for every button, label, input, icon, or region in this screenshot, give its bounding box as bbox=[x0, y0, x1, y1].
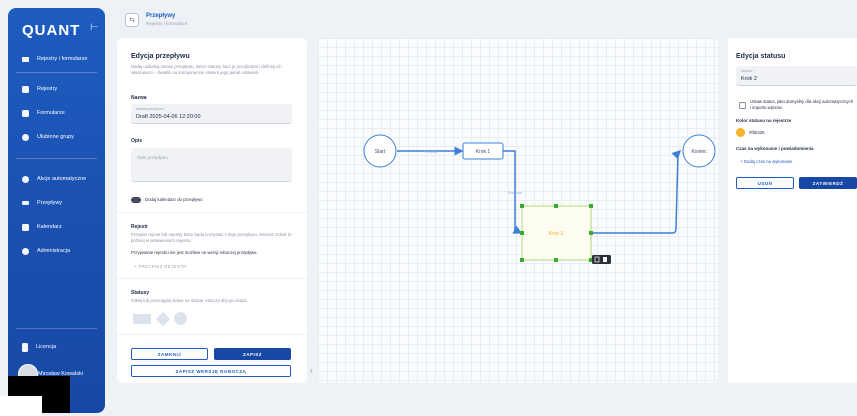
node-step2-label: Krok 2 bbox=[549, 231, 564, 237]
sidebar-item-ulubione-grupy[interactable]: Ulubione grupy bbox=[8, 128, 105, 146]
sidebar-item-label: Przepływy bbox=[37, 200, 63, 206]
registry-description: Przypisz rejestr lub rejestry które będą… bbox=[131, 232, 292, 243]
person-icon bbox=[22, 342, 28, 352]
sidebar-item-rejestry[interactable]: Rejestry bbox=[8, 80, 105, 98]
field-label: Nazwa przepływu * bbox=[136, 107, 166, 111]
sidebar-item-label: Administracja bbox=[37, 248, 71, 254]
divider bbox=[117, 212, 307, 213]
divider bbox=[16, 72, 97, 73]
flow-diagram: Start Krok 1 Krok 2 Koniec Przejście Prz… bbox=[363, 134, 716, 264]
sidebar-item-kalendarz[interactable]: Kalendarz bbox=[8, 218, 105, 236]
panel-title: Edycja przepływu bbox=[131, 53, 190, 60]
panel-description: Nadaj unikalną nazwę przepływu, twórz st… bbox=[131, 64, 282, 75]
sidebar-item-label: Formularze bbox=[37, 110, 65, 116]
sidebar-item-administracja[interactable]: Administracja bbox=[8, 242, 105, 260]
calendar-icon bbox=[22, 223, 29, 231]
field-placeholder: Opis przepływu bbox=[137, 155, 168, 160]
sidebar-item-akcje-automatyczne[interactable]: Akcje automatyczne bbox=[8, 170, 105, 188]
registry-section-label: Rejestr bbox=[131, 224, 148, 230]
flow-icon bbox=[22, 201, 29, 205]
breadcrumb[interactable]: Rejestry i formularze bbox=[146, 21, 187, 26]
color-section-label: Kolor statusu na rejestrze bbox=[736, 118, 792, 123]
divider bbox=[117, 278, 307, 279]
flow-name-field[interactable]: Nazwa przepływu * Draft 2025-04-06 12:20… bbox=[131, 104, 292, 124]
sidebar-item-label: Rejestry bbox=[37, 86, 58, 92]
status-shape-rectangle[interactable] bbox=[133, 314, 151, 324]
close-button[interactable]: ZAMKNIJ bbox=[131, 348, 208, 360]
edge-step2-end bbox=[591, 149, 682, 234]
gear-icon bbox=[22, 247, 29, 255]
statuses-section-label: Statusy bbox=[131, 290, 150, 296]
sidebar-item-przeplywy[interactable]: Przepływy bbox=[8, 194, 105, 212]
flow-description-field[interactable]: Opis przepływu bbox=[131, 148, 292, 182]
flow-edit-panel: Edycja przepływu Nadaj unikalną nazwę pr… bbox=[117, 38, 307, 383]
page-title: Przepływy bbox=[146, 13, 176, 19]
desc-section-label: Opis bbox=[131, 138, 143, 144]
robot-icon bbox=[22, 175, 29, 183]
field-value: Draft 2025-04-06 12:20:00 bbox=[136, 114, 201, 120]
status-color-swatch[interactable] bbox=[736, 128, 745, 137]
trash-icon bbox=[603, 257, 607, 262]
node-start-label: Start bbox=[375, 149, 386, 155]
node-end-label: Koniec bbox=[691, 149, 707, 155]
sidebar-item-label: Ulubione grupy bbox=[37, 134, 74, 140]
sidebar-item-rejestry-i-formularze[interactable]: Rejestry i formularze bbox=[8, 50, 105, 68]
sidebar-item-label: Rejestry i formularze bbox=[37, 56, 88, 62]
flow-icon: ⇆ bbox=[125, 13, 139, 27]
field-label: Nazwa * bbox=[741, 69, 755, 73]
toggle-label: Dodaj kalendarz do przepływu bbox=[145, 197, 203, 202]
status-panel-title: Edycja statusu bbox=[736, 53, 786, 60]
delete-status-button[interactable]: USUŃ bbox=[736, 177, 794, 189]
calendar-toggle[interactable] bbox=[131, 197, 141, 203]
status-shape-diamond[interactable] bbox=[155, 311, 171, 327]
collapse-sidebar-icon[interactable]: ⊢ bbox=[90, 22, 99, 33]
occlusion-block-inner bbox=[0, 396, 42, 416]
checkbox-label: Ustaw status, jako domyślny dla akcji au… bbox=[750, 99, 854, 110]
edge-label: Przejście bbox=[424, 150, 438, 154]
save-draft-button[interactable]: ZAPISZ WERSJĘ ROBOCZĄ bbox=[131, 365, 291, 377]
status-shape-circle[interactable] bbox=[174, 312, 187, 325]
status-edit-panel: Edycja statusu Nazwa * Krok 2 Ustaw stat… bbox=[728, 38, 857, 383]
field-value: Krok 2 bbox=[741, 76, 757, 82]
add-time-button[interactable]: + Dodaj czas na wykonanie bbox=[740, 159, 792, 165]
status-color-value: #f6b326 bbox=[749, 130, 765, 135]
assign-registry-button[interactable]: + PRZYPISZ REJESTR bbox=[134, 264, 187, 270]
divider bbox=[117, 334, 307, 335]
grid-icon bbox=[22, 85, 29, 93]
sidebar-item-licencja[interactable]: Licencja bbox=[8, 338, 105, 356]
default-status-checkbox[interactable] bbox=[739, 102, 746, 109]
divider bbox=[16, 328, 97, 329]
thumb-icon bbox=[22, 133, 29, 141]
sidebar-item-label: Akcje automatyczne bbox=[37, 176, 87, 182]
name-section-label: Nazwa bbox=[131, 95, 147, 101]
confirm-status-button[interactable]: ZATWIERDŹ bbox=[799, 177, 857, 189]
sidebar-item-formularze[interactable]: Formularze bbox=[8, 104, 105, 122]
registry-warning: Przypisanie rejestru nie jest możliwe ne… bbox=[131, 250, 258, 255]
status-name-field[interactable]: Nazwa * Krok 2 bbox=[736, 66, 857, 86]
document-icon bbox=[22, 109, 29, 117]
collapse-panel-icon[interactable]: ‹ bbox=[310, 366, 313, 375]
hamburger-icon bbox=[22, 56, 29, 62]
save-button[interactable]: ZAPISZ bbox=[214, 348, 291, 360]
edge-label: Przejście bbox=[508, 191, 522, 195]
divider bbox=[16, 158, 97, 159]
flow-canvas[interactable]: Start Krok 1 Krok 2 Koniec Przejście Prz… bbox=[318, 38, 718, 383]
sidebar-item-label: Licencja bbox=[36, 344, 57, 350]
sidebar: QUANT ⊢ Rejestry i formularze Rejestry F… bbox=[8, 8, 105, 413]
app-logo: QUANT bbox=[22, 22, 81, 39]
node-step1-label: Krok 1 bbox=[476, 149, 491, 155]
time-section-label: Czas na wykonanie i powiadomienia bbox=[736, 146, 814, 151]
sidebar-item-label: Kalendarz bbox=[37, 224, 62, 230]
statuses-description: Kliknij lub przeciągnij status na obszar… bbox=[131, 298, 249, 303]
